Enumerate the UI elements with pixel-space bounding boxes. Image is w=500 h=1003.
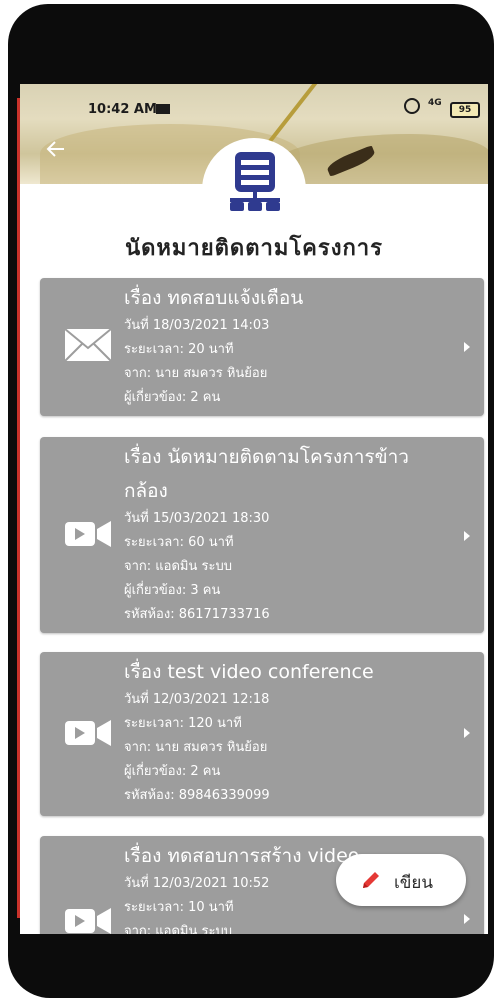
appointment-duration: ระยะเวลา: 10 นาที: [124, 900, 234, 915]
video-camera-icon: [65, 720, 111, 746]
appointment-duration: ระยะเวลา: 60 นาที: [124, 535, 234, 550]
app-screen: 10:42 AM 4G 95 นัดหมายติดตามโครงการ เรื่…: [20, 84, 488, 934]
pencil-icon: [363, 872, 379, 888]
appointment-card[interactable]: เรื่อง ทดสอบแจ้งเตือน วันที่ 18/03/2021 …: [40, 278, 484, 416]
chevron-right-icon: [464, 914, 470, 924]
appointment-from: จาก: นาย สมควร หินย้อย: [124, 740, 268, 755]
chevron-right-icon: [464, 342, 470, 352]
appointment-room-code: รหัสห้อง: 86171733716: [124, 607, 270, 622]
appointment-from: จาก: แอดมิน ระบบ: [124, 924, 232, 934]
compose-fab-button[interactable]: เขียน: [336, 854, 466, 906]
video-camera-icon: [65, 908, 111, 934]
appointment-participants: ผู้เกี่ยวข้อง: 3 คน: [124, 583, 221, 598]
envelope-icon: [64, 328, 112, 362]
appointment-date: วันที่ 12/03/2021 12:18: [124, 692, 270, 707]
appointment-duration: ระยะเวลา: 120 นาที: [124, 716, 242, 731]
appointment-participants: ผู้เกี่ยวข้อง: 2 คน: [124, 764, 221, 779]
appointment-room-code: รหัสห้อง: 89846339099: [124, 788, 270, 803]
appointment-subject: เรื่อง นัดหมายติดตามโครงการข้าว: [124, 446, 409, 468]
video-camera-icon: [65, 521, 111, 547]
battery-icon: 95: [450, 102, 480, 118]
appointment-duration: ระยะเวลา: 20 นาที: [124, 342, 234, 357]
appointment-date: วันที่ 15/03/2021 18:30: [124, 511, 270, 526]
compose-label: เขียน: [394, 873, 434, 893]
appointment-subject: เรื่อง test video conference: [124, 661, 374, 683]
appointment-subject: เรื่อง ทดสอบแจ้งเตือน: [124, 287, 304, 309]
bezel-right: [488, 90, 494, 940]
appointment-from: จาก: นาย สมควร หินย้อย: [124, 366, 268, 381]
back-arrow-icon[interactable]: [46, 140, 66, 158]
appointment-participants: ผู้เกี่ยวข้อง: 2 คน: [124, 390, 221, 405]
status-time: 10:42 AM: [88, 102, 157, 117]
signal-icon: 4G: [428, 98, 442, 108]
status-bar: 10:42 AM 4G 95: [20, 84, 488, 120]
appointment-date: วันที่ 12/03/2021 10:52: [124, 876, 270, 891]
network-logo-icon: [230, 152, 280, 211]
appointment-date: วันที่ 18/03/2021 14:03: [124, 318, 270, 333]
mail-notification-icon: [156, 104, 170, 114]
appointment-card[interactable]: เรื่อง test video conference วันที่ 12/0…: [40, 652, 484, 816]
bezel-bottom: [8, 932, 494, 998]
page-title: นัดหมายติดตามโครงการ: [125, 236, 383, 261]
appointment-from: จาก: แอดมิน ระบบ: [124, 559, 232, 574]
alarm-icon: [404, 98, 420, 114]
chevron-right-icon: [464, 728, 470, 738]
appointment-card[interactable]: เรื่อง นัดหมายติดตามโครงการข้าว กล้อง วั…: [40, 437, 484, 633]
chevron-right-icon: [464, 531, 470, 541]
appointment-subject-continued: กล้อง: [124, 480, 168, 502]
